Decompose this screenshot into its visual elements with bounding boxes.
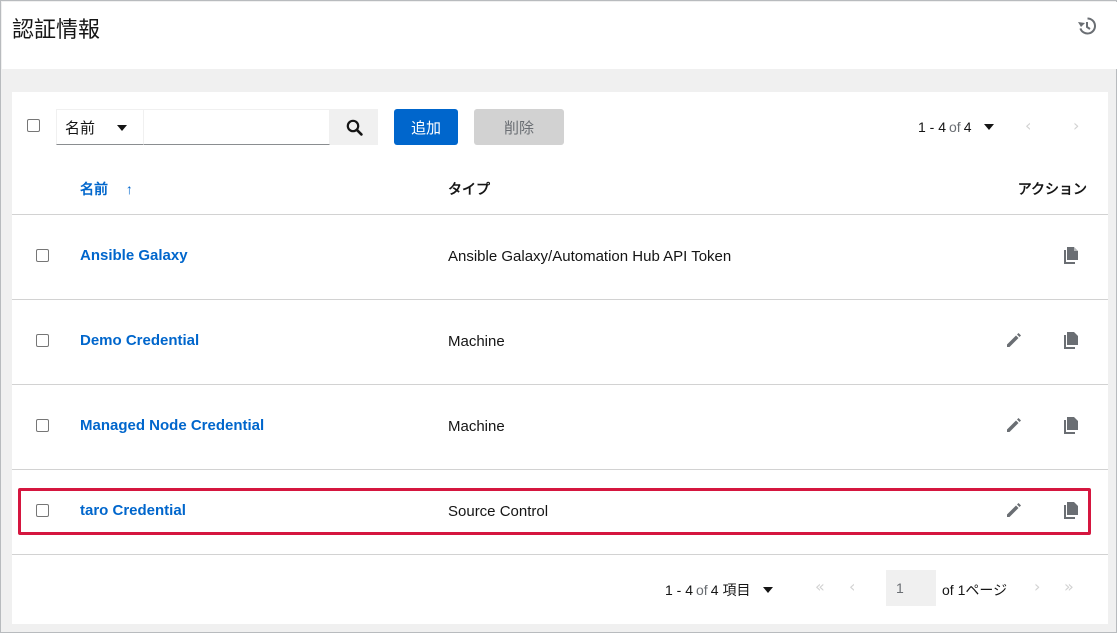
column-header-actions: アクション [1017,181,1087,197]
row-checkbox[interactable] [36,504,49,517]
row-checkbox[interactable] [36,419,49,432]
page-header: 認証情報 [2,2,1117,69]
pencil-icon[interactable] [1005,502,1022,519]
divider [12,554,1108,555]
page-unit: ページ [965,583,1008,599]
next-page-icon[interactable]: › [1034,577,1040,596]
credential-name-link[interactable]: Ansible Galaxy [80,247,188,264]
column-name-label: 名前 [80,181,108,197]
row-checkbox[interactable] [36,249,49,262]
bottom-pagination-toggle[interactable]: 1 - 4 of 4 項目 [665,580,773,600]
select-all-checkbox-wrap [27,119,40,132]
pager-total: 4 [710,582,719,598]
copy-icon[interactable] [1062,331,1080,349]
column-header-name[interactable]: 名前 ↑ [80,179,133,199]
pager-of: of [949,119,961,135]
prev-page-icon[interactable]: ‹ [1025,116,1031,135]
select-all-checkbox[interactable] [27,119,40,132]
pager-total: 4 [963,119,972,135]
pencil-icon[interactable] [1005,332,1022,349]
items-unit: 項目 [722,583,751,599]
pager-of: of [696,582,708,598]
table-row: Ansible Galaxy Ansible Galaxy/Automation… [12,214,1108,299]
chevron-down-icon [983,124,994,130]
page-of-text: of [942,582,954,598]
credential-type: Ansible Galaxy/Automation Hub API Token [448,248,732,265]
pencil-icon[interactable] [1005,417,1022,434]
chevron-down-icon [117,125,127,131]
pager-range: 1 - 4 [665,582,694,598]
table-row: Demo Credential Machine [12,299,1108,384]
row-checkbox[interactable] [36,334,49,347]
table-row: Managed Node Credential Machine [12,384,1108,469]
top-pagination-toggle[interactable]: 1 - 4 of 4 [918,119,994,135]
page-of-label: of 1ページ [942,580,1007,600]
credential-type: Machine [448,333,505,350]
search-group: 名前 [56,109,378,145]
search-icon [346,119,363,136]
copy-icon[interactable] [1062,416,1080,434]
column-header-type: タイプ [448,181,490,197]
credential-type: Machine [448,418,505,435]
prev-page-icon[interactable]: ‹ [849,577,855,596]
first-page-icon[interactable]: « [815,577,825,596]
delete-button[interactable]: 削除 [474,109,564,145]
search-button[interactable] [330,109,378,145]
add-button[interactable]: 追加 [394,109,458,145]
table-row: taro Credential Source Control [12,469,1108,554]
page-title: 認証情報 [12,18,101,43]
pager-range: 1 - 4 [918,119,947,135]
search-input[interactable] [144,109,330,145]
credential-type: Source Control [448,503,549,520]
next-page-icon[interactable]: › [1073,116,1079,135]
page-number-input[interactable] [886,570,936,606]
credential-name-link[interactable]: taro Credential [80,502,186,519]
copy-icon[interactable] [1062,501,1080,519]
credentials-card: 名前 追加 削除 1 - 4 of 4 ‹ › 名前 ↑ タイプ アクション A… [12,92,1108,624]
history-icon[interactable] [1077,16,1097,36]
search-field-label: 名前 [65,119,96,137]
window-frame: 認証情報 名前 追加 削除 1 - 4 of 4 ‹ › 名前 ↑ タイプ アク… [0,0,1117,633]
last-page-icon[interactable]: » [1064,577,1074,596]
credential-name-link[interactable]: Managed Node Credential [80,417,264,434]
search-field-select[interactable]: 名前 [56,109,144,145]
copy-icon[interactable] [1062,246,1080,264]
sort-ascending-icon: ↑ [125,181,133,197]
credential-name-link[interactable]: Demo Credential [80,332,199,349]
chevron-down-icon [762,587,773,593]
